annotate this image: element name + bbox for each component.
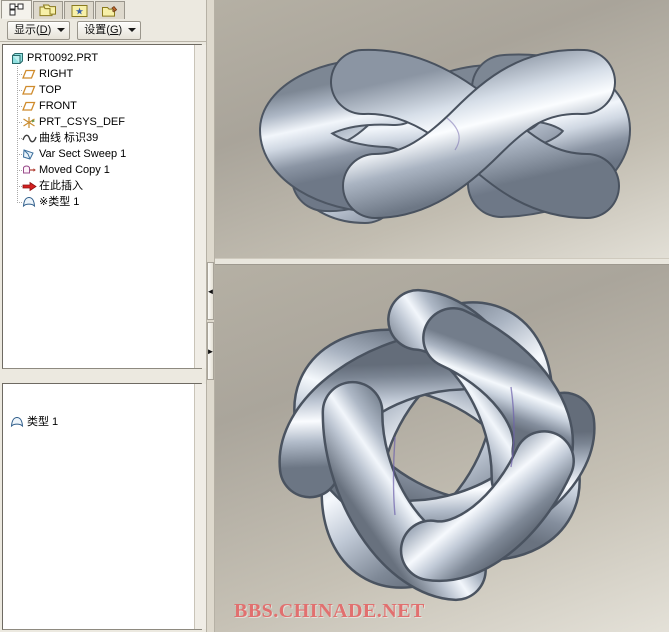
datum-plane-icon <box>21 67 37 81</box>
curve-icon <box>21 131 37 145</box>
tree-item-datum-right[interactable]: RIGHT <box>3 66 201 82</box>
moved-copy-icon <box>21 163 37 177</box>
tree-item-coord-system[interactable]: PRT_CSYS_DEF <box>3 114 201 130</box>
tree-item-label: PRT_CSYS_DEF <box>39 116 125 128</box>
show-menu-mnemonic: D <box>39 23 48 36</box>
tree-item-label: TOP <box>39 84 62 96</box>
settings-menu-mnemonic: G <box>109 23 119 36</box>
settings-menu-paren-close: ) <box>118 23 123 36</box>
tree-item-label: 曲线 标识39 <box>39 132 99 144</box>
star-window-icon <box>71 4 88 18</box>
splitter-collapse-right-glyph: ► <box>206 346 215 356</box>
left-panel: 显示(D) 设置(G) PRT0092.PRT RIGHT TOP FRONT … <box>0 0 206 632</box>
tree-item-moved-copy[interactable]: Moved Copy 1 <box>3 162 201 178</box>
model-tree-tab[interactable] <box>1 0 32 19</box>
datum-plane-icon <box>21 83 37 97</box>
tree-item-type-1[interactable]: ※类型 1 <box>3 194 201 210</box>
part-cube-icon <box>9 51 25 65</box>
splitter-collapse-right-button[interactable]: ► <box>207 322 214 380</box>
tree-item-insert-here[interactable]: 在此插入 <box>3 178 201 194</box>
panel-splitter[interactable]: ◄ ► <box>206 0 215 632</box>
tree-item-label: ※类型 1 <box>39 196 80 208</box>
detail-scrollbar[interactable] <box>194 384 206 629</box>
coord-system-icon <box>21 115 37 129</box>
tree-scrollbar[interactable] <box>194 45 206 368</box>
detail-item-label: 类型 1 <box>27 416 59 428</box>
braided-knot-flat-model <box>258 48 632 224</box>
tree-item-label: Var Sect Sweep 1 <box>39 148 127 160</box>
chevron-down-icon <box>128 28 137 32</box>
woven-ring-knot-model <box>278 288 596 602</box>
splitter-collapse-left-glyph: ◄ <box>206 286 215 296</box>
settings-menu-label: 设置 <box>84 23 107 36</box>
tree-item-part[interactable]: PRT0092.PRT <box>3 50 201 66</box>
tree-item-label: PRT0092.PRT <box>27 52 99 64</box>
connections-tab[interactable] <box>95 1 125 19</box>
viewport-bottom[interactable] <box>215 265 669 632</box>
surface-icon <box>9 415 25 429</box>
tree-item-curve[interactable]: 曲线 标识39 <box>3 130 201 146</box>
detail-item-type-1[interactable]: 类型 1 <box>7 414 201 430</box>
tree-item-datum-front[interactable]: FRONT <box>3 98 201 114</box>
viewport-top[interactable] <box>215 0 669 258</box>
sweep-icon <box>21 147 37 161</box>
show-menu-label: 显示 <box>14 23 36 36</box>
chevron-down-icon <box>57 28 66 32</box>
detail-panel[interactable]: 类型 1 <box>2 383 202 630</box>
tree-item-label: RIGHT <box>39 68 74 80</box>
tree-item-datum-top[interactable]: TOP <box>3 82 201 98</box>
show-menu-button[interactable]: 显示(D) <box>7 20 71 40</box>
settings-menu-button[interactable]: 设置(G) <box>77 20 142 40</box>
insert-here-icon <box>21 179 37 193</box>
folder-plug-icon <box>101 4 119 18</box>
folder-browser-tab[interactable] <box>33 1 63 19</box>
model-tree-panel[interactable]: PRT0092.PRT RIGHT TOP FRONT PRT_CSYS_DEF… <box>2 44 202 369</box>
splitter-collapse-left-button[interactable]: ◄ <box>207 262 214 320</box>
datum-plane-icon <box>21 99 37 113</box>
tree-item-var-sect-sweep[interactable]: Var Sect Sweep 1 <box>3 146 201 162</box>
navigator-tab-strip <box>0 0 206 20</box>
tree-item-label: 在此插入 <box>39 180 83 192</box>
application-window: 显示(D) 设置(G) PRT0092.PRT RIGHT TOP FRONT … <box>0 0 669 632</box>
surface-icon <box>21 195 37 209</box>
forum-watermark: BBS.CHINADE.NET <box>234 600 425 622</box>
folder-stack-icon <box>39 4 57 18</box>
tree-item-label: Moved Copy 1 <box>39 164 110 176</box>
viewport-divider <box>215 258 669 265</box>
tree-toolbar: 显示(D) 设置(G) <box>0 19 206 42</box>
model-tree-icon <box>9 3 25 16</box>
favorites-tab[interactable] <box>64 1 94 19</box>
tree-item-label: FRONT <box>39 100 77 112</box>
show-menu-paren-close: ) <box>47 23 52 36</box>
